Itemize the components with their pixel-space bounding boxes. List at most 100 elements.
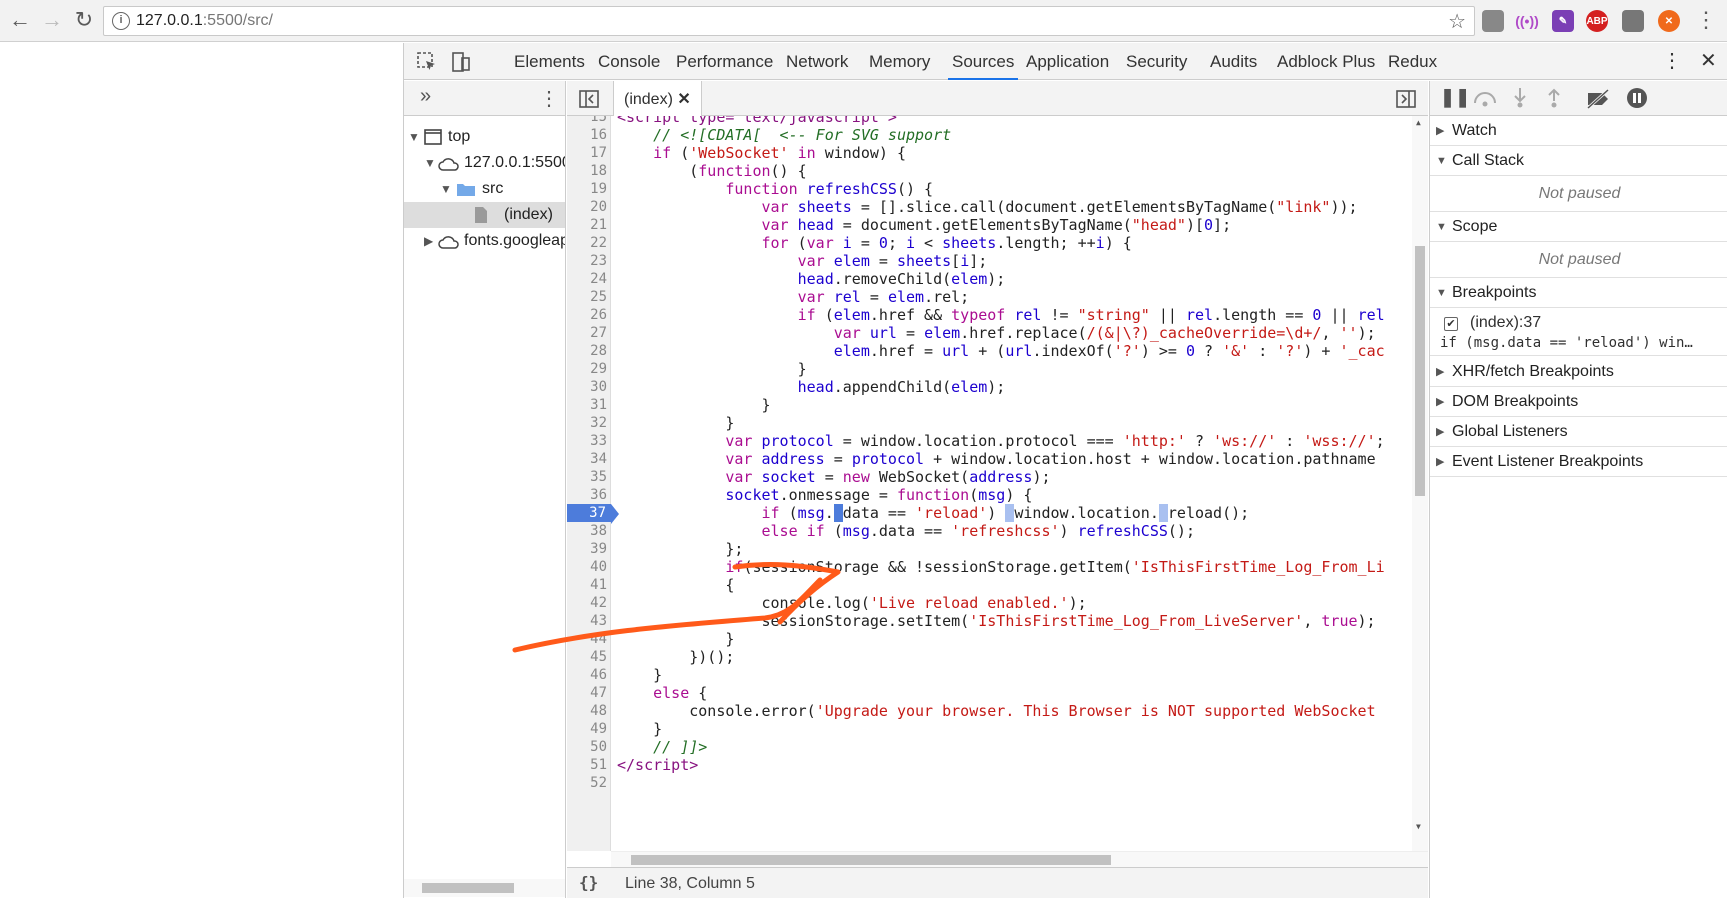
line-number[interactable]: 38 (567, 522, 607, 540)
scroll-up-icon[interactable]: ▲ (1416, 118, 1421, 127)
pause-on-exceptions-icon[interactable] (1626, 87, 1648, 109)
code-line[interactable]: 16 // <![CDATA[ <-- For SVG support (567, 126, 1428, 144)
line-number[interactable]: 16 (567, 126, 607, 144)
tab-memory[interactable]: Memory (865, 43, 934, 80)
code-line[interactable]: 18 (function() { (567, 162, 1428, 180)
line-number[interactable]: 22 (567, 234, 607, 252)
tab-audits[interactable]: Audits (1206, 43, 1261, 80)
scroll-down-icon[interactable]: ▼ (1416, 822, 1421, 831)
line-number[interactable]: 50 (567, 738, 607, 756)
back-arrow-icon[interactable]: ← (6, 6, 34, 34)
line-number[interactable]: 34 (567, 450, 607, 468)
code-line[interactable]: 43 sessionStorage.setItem('IsThisFirstTi… (567, 612, 1428, 630)
line-number[interactable]: 39 (567, 540, 607, 558)
pretty-print-icon[interactable]: {} (579, 873, 598, 892)
line-number[interactable]: 18 (567, 162, 607, 180)
line-number[interactable]: 51 (567, 756, 607, 774)
code-line[interactable]: 20 var sheets = [].slice.call(document.g… (567, 198, 1428, 216)
code-line[interactable]: 25 var rel = elem.rel; (567, 288, 1428, 306)
code-line[interactable]: 34 var address = protocol + window.locat… (567, 450, 1428, 468)
xhr-breakpoints-section[interactable]: ▶ XHR/fetch Breakpoints (1430, 357, 1727, 387)
line-number[interactable]: 43 (567, 612, 607, 630)
tree-item-top[interactable]: ▼ top (404, 124, 565, 150)
code-line[interactable]: 46 } (567, 666, 1428, 684)
breakpoints-section[interactable]: ▼ Breakpoints (1430, 278, 1727, 308)
dom-breakpoints-section[interactable]: ▶ DOM Breakpoints (1430, 387, 1727, 417)
step-out-icon[interactable] (1546, 87, 1562, 109)
line-number[interactable]: 23 (567, 252, 607, 270)
tree-item-fonts[interactable]: ▶ fonts.googleapis.com (404, 228, 565, 254)
code-line[interactable]: 33 var protocol = window.location.protoc… (567, 432, 1428, 450)
inspect-icon[interactable] (415, 50, 439, 74)
code-line[interactable]: 50 // ]]> (567, 738, 1428, 756)
scope-section[interactable]: ▼ Scope (1430, 212, 1727, 242)
code-line[interactable]: 31 } (567, 396, 1428, 414)
code-line[interactable]: 41 { (567, 576, 1428, 594)
deactivate-breakpoints-icon[interactable] (1584, 88, 1612, 110)
line-number[interactable]: 28 (567, 342, 607, 360)
code-line[interactable]: 37 if (msg..data == 'reload') .window.lo… (567, 504, 1428, 524)
line-number[interactable]: 41 (567, 576, 607, 594)
abp-icon[interactable]: ABP (1586, 10, 1608, 32)
line-number[interactable]: 27 (567, 324, 607, 342)
code-line[interactable]: 26 if (elem.href && typeof rel != "strin… (567, 306, 1428, 324)
line-number[interactable]: 31 (567, 396, 607, 414)
code-line[interactable]: 40 if(sessionStorage && !sessionStorage.… (567, 558, 1428, 576)
line-number[interactable]: 19 (567, 180, 607, 198)
line-number[interactable]: 45 (567, 648, 607, 666)
line-number[interactable]: 24 (567, 270, 607, 288)
tab-network[interactable]: Network (782, 43, 852, 80)
code-line[interactable]: 48 console.error('Upgrade your browser. … (567, 702, 1428, 720)
line-number[interactable]: 15 (567, 116, 607, 126)
line-number[interactable]: 32 (567, 414, 607, 432)
step-into-icon[interactable] (1512, 87, 1528, 109)
tab-sources[interactable]: Sources (948, 43, 1019, 80)
line-number[interactable]: 35 (567, 468, 607, 486)
line-number[interactable]: 30 (567, 378, 607, 396)
step-over-icon[interactable] (1472, 89, 1498, 109)
code-line[interactable]: 51 </script> (567, 756, 1428, 774)
tab-performance[interactable]: Performance (672, 43, 777, 80)
more-tabs-icon[interactable]: » (420, 85, 431, 108)
code-line[interactable]: 21 var head = document.getElementsByTagN… (567, 216, 1428, 234)
global-listeners-section[interactable]: ▶ Global Listeners (1430, 417, 1727, 447)
code-line[interactable]: 15 <script type="text/javascript"> (567, 116, 1428, 126)
event-listener-breakpoints-section[interactable]: ▶ Event Listener Breakpoints (1430, 447, 1727, 477)
scrollbar-thumb[interactable] (422, 883, 514, 893)
code-line[interactable]: 44 } (567, 630, 1428, 648)
tree-item-host[interactable]: ▼ 127.0.0.1:5500 (404, 150, 565, 176)
star-icon[interactable]: ☆ (1448, 9, 1466, 34)
code-line[interactable]: 28 elem.href = url + (url.indexOf('?') >… (567, 342, 1428, 360)
call-stack-section[interactable]: ▼ Call Stack (1430, 146, 1727, 176)
editor-horizontal-scrollbar[interactable] (611, 851, 1428, 867)
line-number[interactable]: 21 (567, 216, 607, 234)
tab-console[interactable]: Console (594, 43, 664, 80)
code-line[interactable]: 49 } (567, 720, 1428, 738)
editor-vertical-scrollbar[interactable]: ▲ ▼ (1412, 116, 1428, 851)
scrollbar-thumb[interactable] (1415, 246, 1425, 496)
navigator-scrollbar[interactable] (404, 879, 565, 897)
code-line[interactable]: 52 (567, 774, 1428, 792)
close-icon[interactable]: ✕ (1696, 43, 1721, 80)
orange-icon[interactable]: ✕ (1658, 10, 1680, 32)
tab-adblock-plus[interactable]: Adblock Plus (1273, 43, 1379, 80)
code-line[interactable]: 22 for (var i = 0; i < sheets.length; ++… (567, 234, 1428, 252)
info-icon[interactable]: i (112, 12, 130, 30)
tab-security[interactable]: Security (1122, 43, 1191, 80)
pen-icon[interactable]: ✎ (1552, 10, 1574, 32)
tree-item-index[interactable]: (index) (404, 202, 565, 228)
code-line[interactable]: 30 head.appendChild(elem); (567, 378, 1428, 396)
url-text[interactable]: 127.0.0.1:5500/src/ (136, 12, 273, 30)
code-line[interactable]: 47 else { (567, 684, 1428, 702)
code-line[interactable]: 36 socket.onmessage = function(msg) { (567, 486, 1428, 504)
tab-icon[interactable] (1622, 10, 1644, 32)
tree-item-src[interactable]: ▼ src (404, 176, 565, 202)
line-number[interactable]: 46 (567, 666, 607, 684)
line-number[interactable]: 33 (567, 432, 607, 450)
line-number[interactable]: 49 (567, 720, 607, 738)
navigator-menu-icon[interactable]: ⋮ (539, 86, 559, 111)
wifi-icon[interactable]: ((•)) (1515, 10, 1539, 32)
code-line[interactable]: 45 })(); (567, 648, 1428, 666)
tab-application[interactable]: Application (1022, 43, 1113, 80)
code-line[interactable]: 24 head.removeChild(elem); (567, 270, 1428, 288)
